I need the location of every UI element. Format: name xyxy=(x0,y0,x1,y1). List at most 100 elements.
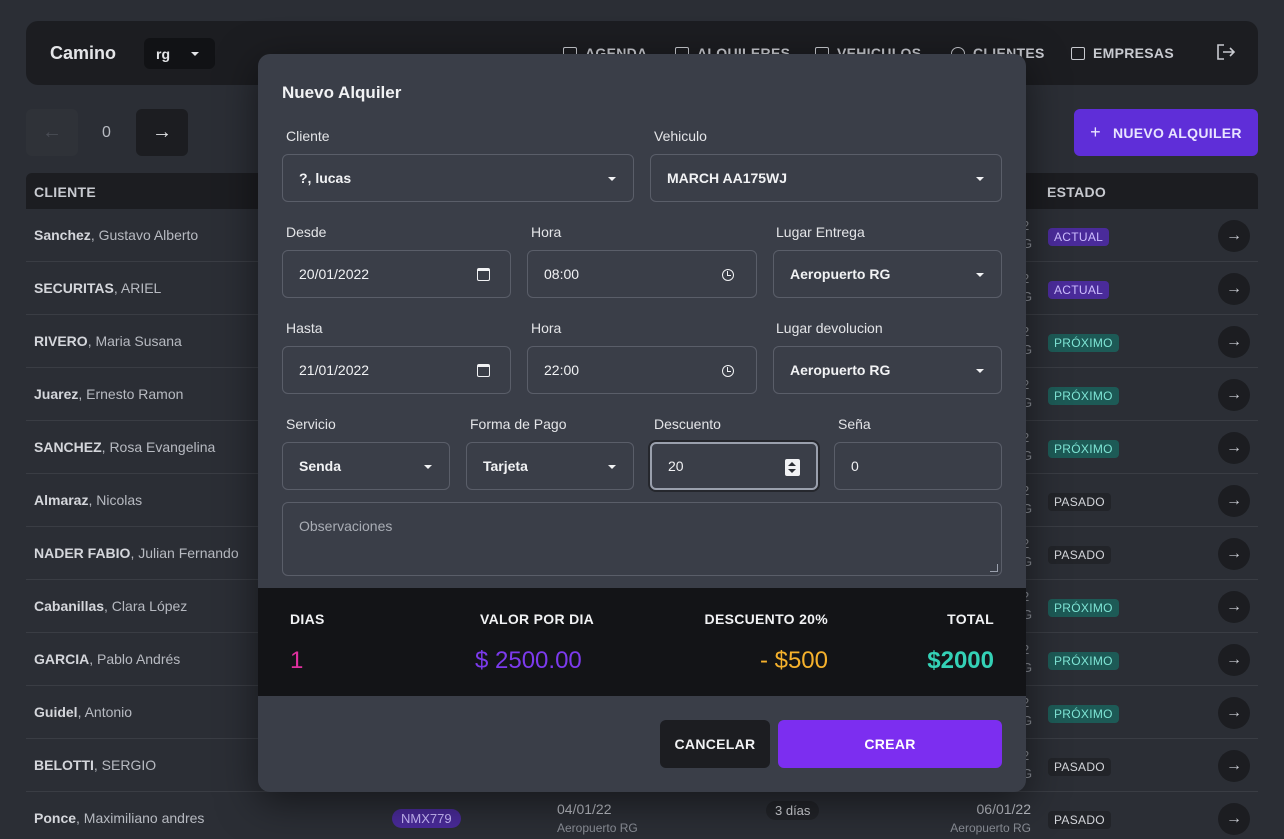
hasta-date-input[interactable]: 21/01/2022 xyxy=(282,346,511,394)
forma-pago-select[interactable]: Tarjeta xyxy=(466,442,634,490)
prev-page-button[interactable]: ← xyxy=(26,109,78,156)
hora-hasta-value: 22:00 xyxy=(544,362,580,378)
row-open-button[interactable]: → xyxy=(1218,432,1250,464)
sena-input[interactable]: 0 xyxy=(834,442,1002,490)
arrow-right-icon: → xyxy=(1226,598,1242,615)
chevron-down-icon xyxy=(976,177,984,181)
summary-valor-label: VALOR POR DIA xyxy=(480,611,595,627)
header-cliente: CLIENTE xyxy=(34,184,96,200)
row-open-button[interactable]: → xyxy=(1218,538,1250,570)
observaciones-textarea[interactable]: Observaciones xyxy=(282,502,1002,576)
table-row[interactable]: Ponce, Maximiliano andres NMX779 04/01/22 A… xyxy=(26,792,1258,839)
status-badge: PRÓXIMO xyxy=(1048,440,1119,458)
row-open-button[interactable]: → xyxy=(1218,326,1250,358)
hora-hasta-label: Hora xyxy=(531,320,562,336)
descuento-input[interactable]: 20 xyxy=(650,442,818,490)
arrow-right-icon: → xyxy=(1226,280,1242,297)
client-last-name: Sanchez xyxy=(34,227,91,243)
arrow-right-icon: → xyxy=(1226,704,1242,721)
status-badge: ACTUAL xyxy=(1048,228,1110,246)
vehiculo-label: Vehiculo xyxy=(654,128,707,144)
hora-desde-value: 08:00 xyxy=(544,266,580,282)
client-first-name: , ARIEL xyxy=(113,280,162,296)
client-last-name: Almaraz xyxy=(34,492,89,508)
row-open-button[interactable]: → xyxy=(1218,803,1250,835)
row-open-button[interactable]: → xyxy=(1218,379,1250,411)
company-select[interactable]: rg xyxy=(144,38,215,69)
client-name: NADER FABIO, Julian Fernando xyxy=(34,545,239,561)
sena-value: 0 xyxy=(851,458,859,474)
client-last-name: RIVERO xyxy=(34,333,88,349)
row-open-button[interactable]: → xyxy=(1218,220,1250,252)
row-open-button[interactable]: → xyxy=(1218,485,1250,517)
nav-empresas[interactable]: EMPRESAS xyxy=(1071,45,1174,61)
vehiculo-select[interactable]: MARCH AA175WJ xyxy=(650,154,1002,202)
client-name: Sanchez, Gustavo Alberto xyxy=(34,227,198,243)
to-date: 06/01/22 xyxy=(976,801,1032,817)
plate-badge: NMX779 xyxy=(392,809,461,828)
from-date: 04/01/22 xyxy=(557,801,612,817)
chevron-down-icon xyxy=(191,52,199,56)
next-page-button[interactable]: → xyxy=(136,109,188,156)
client-first-name: , Maximiliano andres xyxy=(76,810,205,826)
client-name: GARCIA, Pablo Andrés xyxy=(34,651,180,667)
client-first-name: , Ernesto Ramon xyxy=(78,386,184,402)
descuento-value: 20 xyxy=(668,458,684,474)
hora-desde-input[interactable]: 08:00 xyxy=(527,250,757,298)
arrow-right-icon: → xyxy=(1226,545,1242,562)
summary-descuento-value: - $500 xyxy=(759,647,828,674)
client-name: Cabanillas, Clara López xyxy=(34,598,187,614)
arrow-left-icon: ← xyxy=(42,121,62,143)
arrow-right-icon: → xyxy=(1226,333,1242,350)
logout-icon[interactable] xyxy=(1216,43,1236,61)
row-open-button[interactable]: → xyxy=(1218,697,1250,729)
servicio-select[interactable]: Senda xyxy=(282,442,450,490)
summary-descuento-label: DESCUENTO 20% xyxy=(704,611,828,627)
desde-label: Desde xyxy=(286,224,327,240)
status-badge: PRÓXIMO xyxy=(1048,652,1119,670)
summary-total-value: $2000 xyxy=(927,647,994,674)
row-open-button[interactable]: → xyxy=(1218,273,1250,305)
row-open-button[interactable]: → xyxy=(1218,644,1250,676)
chevron-down-icon xyxy=(608,465,616,469)
summary-total-label: TOTAL xyxy=(947,611,994,627)
cliente-select[interactable]: ?, lucas xyxy=(282,154,634,202)
row-open-button[interactable]: → xyxy=(1218,750,1250,782)
arrow-right-icon: → xyxy=(1226,439,1242,456)
new-rental-button[interactable]: + NUEVO ALQUILER xyxy=(1074,109,1258,156)
plus-icon: + xyxy=(1090,122,1101,142)
calendar-icon[interactable] xyxy=(477,268,490,281)
client-last-name: BELOTTI xyxy=(34,757,94,773)
chevron-down-icon xyxy=(976,273,984,277)
arrow-right-icon: → xyxy=(1226,227,1242,244)
resize-grip-icon[interactable] xyxy=(990,564,998,572)
from-place: Aeropuerto RG xyxy=(557,821,638,835)
rental-summary: DIAS 1 VALOR POR DIA $ 2500.00 DESCUENTO… xyxy=(258,588,1026,696)
client-last-name: Juarez xyxy=(34,386,79,402)
servicio-value: Senda xyxy=(299,458,342,474)
client-first-name: , SERGIO xyxy=(93,757,157,773)
clock-icon[interactable] xyxy=(722,269,734,281)
company-select-value: rg xyxy=(156,46,170,62)
client-first-name: , Pablo Andrés xyxy=(89,651,181,667)
status-badge: PRÓXIMO xyxy=(1048,599,1119,617)
cancel-button[interactable]: CANCELAR xyxy=(660,720,770,768)
forma-pago-label: Forma de Pago xyxy=(470,416,567,432)
chevron-down-icon xyxy=(608,177,616,181)
lugar-devolucion-select[interactable]: Aeropuerto RG xyxy=(773,346,1002,394)
client-first-name: , Antonio xyxy=(77,704,133,720)
row-open-button[interactable]: → xyxy=(1218,591,1250,623)
client-name: RIVERO, Maria Susana xyxy=(34,333,182,349)
hasta-label: Hasta xyxy=(286,320,323,336)
lugar-entrega-select[interactable]: Aeropuerto RG xyxy=(773,250,1002,298)
calendar-icon[interactable] xyxy=(477,364,490,377)
clock-icon[interactable] xyxy=(722,365,734,377)
hora-hasta-input[interactable]: 22:00 xyxy=(527,346,757,394)
status-badge: PASADO xyxy=(1048,811,1111,829)
brand-name: Camino xyxy=(50,43,117,63)
modal-title: Nuevo Alquiler xyxy=(282,83,402,102)
status-badge: PRÓXIMO xyxy=(1048,334,1119,352)
create-button[interactable]: CREAR xyxy=(778,720,1002,768)
desde-date-input[interactable]: 20/01/2022 xyxy=(282,250,511,298)
number-spinner-icon[interactable] xyxy=(785,459,800,476)
